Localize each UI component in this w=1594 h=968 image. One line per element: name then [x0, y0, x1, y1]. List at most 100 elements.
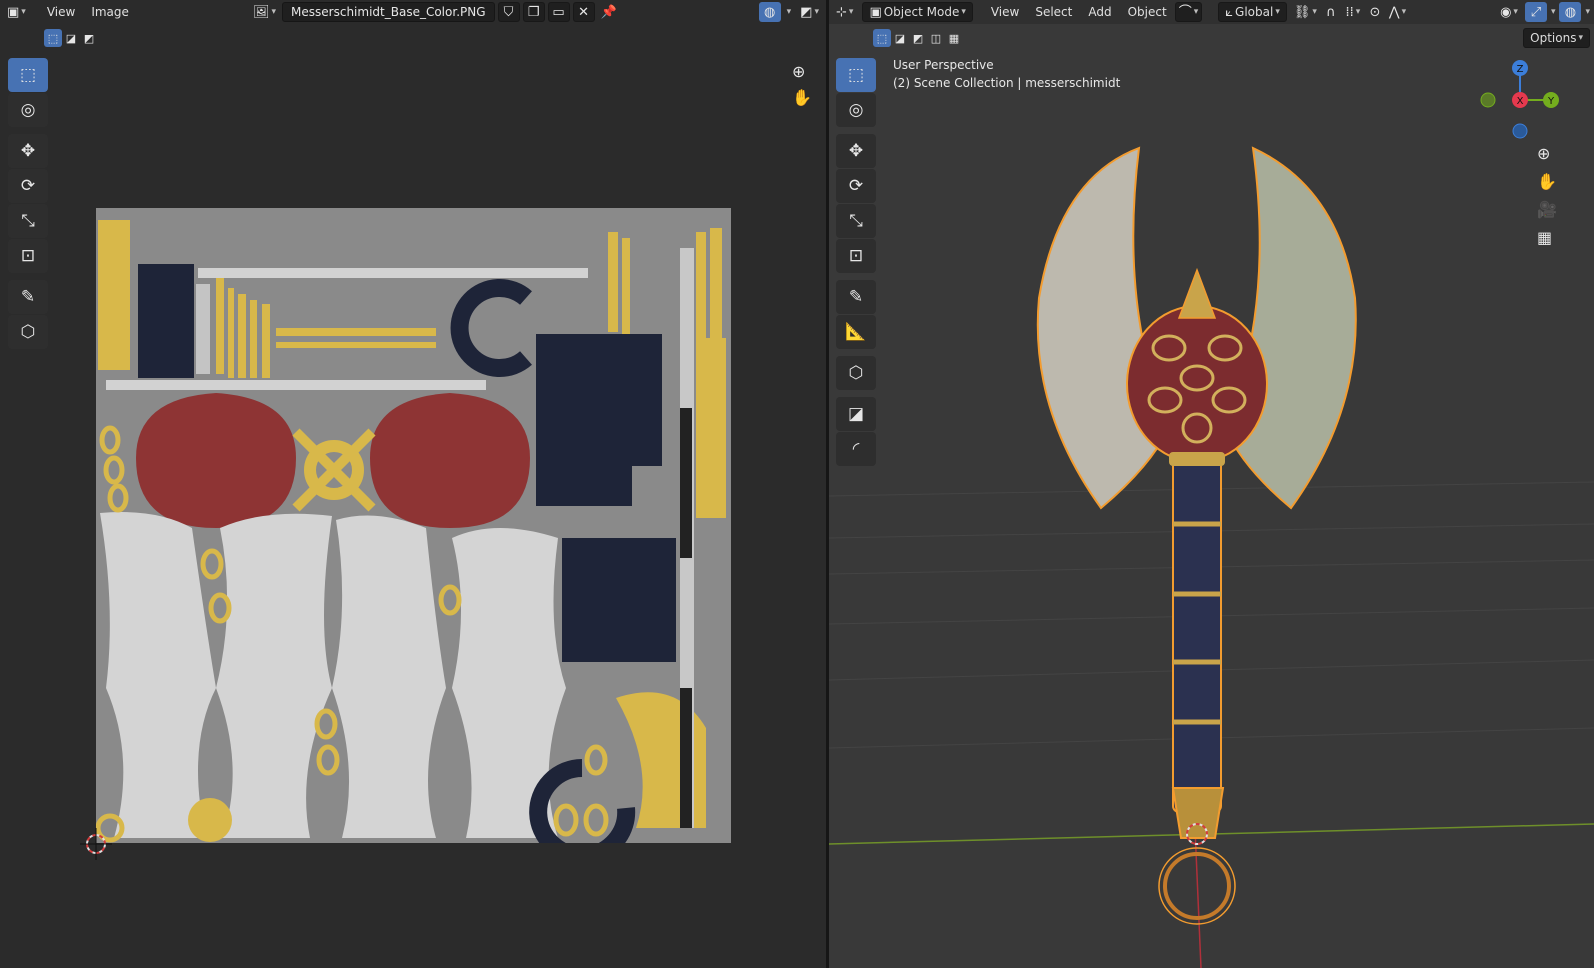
unlink-image-button[interactable]: ✕ — [572, 2, 595, 22]
editor-type-button[interactable]: ▣ ▾ — [4, 2, 29, 22]
gizmo-button[interactable]: ⤢ — [1524, 2, 1547, 22]
hand-icon[interactable]: ✋ — [1537, 174, 1557, 190]
navigation-gizmo[interactable]: Z Y X — [1469, 56, 1569, 146]
tool-scale[interactable]: ⤡ — [836, 204, 876, 238]
gizmo-toggle-button[interactable]: ◍ — [758, 2, 781, 22]
pin-button[interactable]: 📌 — [598, 2, 620, 22]
orientation-select[interactable]: ⟀ Global ▾ — [1218, 2, 1287, 22]
tool-extrude[interactable]: ◪ — [836, 397, 876, 431]
visibility-button[interactable]: ◉ ▾ — [1497, 2, 1521, 22]
menu-view[interactable]: View — [983, 2, 1027, 22]
rotate-icon: ⟳ — [848, 175, 864, 196]
proportional-icon: ⊙ — [1369, 4, 1381, 20]
options-label: Options — [1530, 31, 1577, 45]
uv-texture-image[interactable] — [96, 208, 731, 843]
tool-select-box[interactable]: ⬚ — [836, 58, 876, 92]
tool-move[interactable]: ✥ — [836, 134, 876, 168]
options-button[interactable]: Options ▾ — [1523, 28, 1590, 48]
neg-y-axis-handle — [1480, 92, 1496, 108]
tool-scale[interactable]: ⤡ — [8, 204, 48, 238]
bevel-icon: ◜ — [852, 438, 860, 459]
falloff-button[interactable]: ⋀ ▾ — [1386, 2, 1409, 22]
gizmo-options-chevron-icon[interactable]: ▾ — [787, 7, 792, 17]
2d-cursor-icon[interactable] — [78, 826, 114, 862]
select-mode-subtract-button[interactable]: ◩ — [80, 29, 98, 47]
move-icon: ✥ — [848, 140, 864, 161]
menu-object[interactable]: Object — [1120, 2, 1175, 22]
tool-measure[interactable]: 📐 — [836, 315, 876, 349]
fake-user-button[interactable]: ⛉ — [497, 2, 520, 22]
chevron-down-icon: ▾ — [961, 7, 966, 17]
hand-icon[interactable]: ✋ — [792, 90, 812, 106]
viewport-subheader: ⬚ ◪ ◩ ◫ ▦ Options ▾ — [829, 26, 1594, 50]
overlays-button[interactable]: ◍ — [1559, 2, 1582, 22]
select-new-icon: ⬚ — [47, 31, 59, 45]
object-mode-icon: ▣ — [869, 4, 882, 20]
proportional-edit-button[interactable]: ⊙ — [1364, 2, 1386, 22]
object-type-visibility-button[interactable]: ⌒ ▾ — [1174, 2, 1203, 22]
pin-icon: 📌 — [600, 4, 617, 20]
mode-label: Object Mode — [883, 5, 960, 19]
select-mode-new-button[interactable]: ⬚ — [44, 29, 62, 47]
image-editor-subheader: ⬚ ◪ ◩ — [0, 26, 826, 50]
new-image-button[interactable]: ❐ — [522, 2, 545, 22]
menu-view[interactable]: View — [39, 2, 83, 22]
magnet-icon: ∩ — [1326, 4, 1336, 20]
select-mode-intersect-button[interactable]: ▦ — [945, 29, 963, 47]
annotate-icon: ✎ — [848, 286, 864, 307]
tool-sample[interactable]: ⬡ — [8, 315, 48, 349]
select-extend-icon: ◪ — [894, 31, 906, 45]
tool-annotate[interactable]: ✎ — [836, 280, 876, 314]
browse-image-button[interactable]: 🖼 ▾ — [250, 2, 279, 22]
tool-move[interactable]: ✥ — [8, 134, 48, 168]
grid-icon[interactable]: ▦ — [1537, 230, 1557, 246]
menu-select[interactable]: Select — [1027, 2, 1080, 22]
shield-icon: ⛉ — [503, 4, 514, 20]
cube-icon: ⬡ — [20, 321, 36, 342]
camera-icon[interactable]: 🎥 — [1537, 202, 1557, 218]
select-subtract-icon: ◩ — [83, 31, 95, 45]
viewport-editor-type-button[interactable]: ⊹ ▾ — [833, 2, 856, 22]
select-mode-new-button[interactable]: ⬚ — [873, 29, 891, 47]
tool-annotate[interactable]: ✎ — [8, 280, 48, 314]
transform-icon: ⊡ — [848, 245, 864, 266]
tool-rotate[interactable]: ⟳ — [836, 169, 876, 203]
select-mode-extend-button[interactable]: ◪ — [62, 29, 80, 47]
curve-icon: ⌒ — [1178, 4, 1192, 20]
tool-rotate[interactable]: ⟳ — [8, 169, 48, 203]
image-editor-nav: ⊕ ✋ — [792, 64, 812, 106]
gizmo-icon: ◍ — [763, 4, 776, 20]
select-invert-icon: ◫ — [930, 31, 942, 45]
tool-cursor[interactable]: ◎ — [836, 93, 876, 127]
menu-image[interactable]: Image — [83, 2, 137, 22]
zoom-icon[interactable]: ⊕ — [1537, 146, 1557, 162]
z-axis-label: Z — [1517, 64, 1524, 75]
zoom-icon[interactable]: ⊕ — [792, 64, 812, 80]
ruler-icon: 📐 — [845, 321, 867, 342]
snap-button[interactable]: ∩ — [1320, 2, 1342, 22]
tool-transform[interactable]: ⊡ — [8, 239, 48, 273]
pivot-button[interactable]: ⛓ ▾ — [1291, 2, 1320, 22]
display-channels-button[interactable]: ◩ ▾ — [797, 2, 822, 22]
tool-cursor[interactable]: ◎ — [8, 93, 48, 127]
gizmo-chevron-icon[interactable]: ▾ — [1551, 7, 1556, 17]
image-editor-type-icon: ▣ — [7, 4, 20, 20]
snap-target-button[interactable]: ⁞⁞ ▾ — [1342, 2, 1364, 22]
tool-select-box[interactable]: ⬚ — [8, 58, 48, 92]
select-mode-invert-button[interactable]: ◫ — [927, 29, 945, 47]
overlays-chevron-icon[interactable]: ▾ — [1585, 7, 1590, 17]
tool-bevel[interactable]: ◜ — [836, 432, 876, 466]
menu-add[interactable]: Add — [1080, 2, 1119, 22]
select-intersect-icon: ▦ — [948, 31, 960, 45]
tool-add-cube[interactable]: ⬡ — [836, 356, 876, 390]
tool-transform[interactable]: ⊡ — [836, 239, 876, 273]
open-image-button[interactable]: ▭ — [547, 2, 570, 22]
close-icon: ✕ — [578, 4, 589, 20]
image-name-field[interactable]: Messerschimidt_Base_Color.PNG — [282, 2, 495, 22]
select-mode-subtract-button[interactable]: ◩ — [909, 29, 927, 47]
image-browse-icon: 🖼 — [253, 4, 270, 20]
viewport-header: ⊹ ▾ ▣ Object Mode ▾ View Select Add Objec… — [829, 0, 1594, 24]
mode-select[interactable]: ▣ Object Mode ▾ — [862, 2, 973, 22]
viewport-scene[interactable] — [829, 48, 1594, 968]
select-mode-extend-button[interactable]: ◪ — [891, 29, 909, 47]
